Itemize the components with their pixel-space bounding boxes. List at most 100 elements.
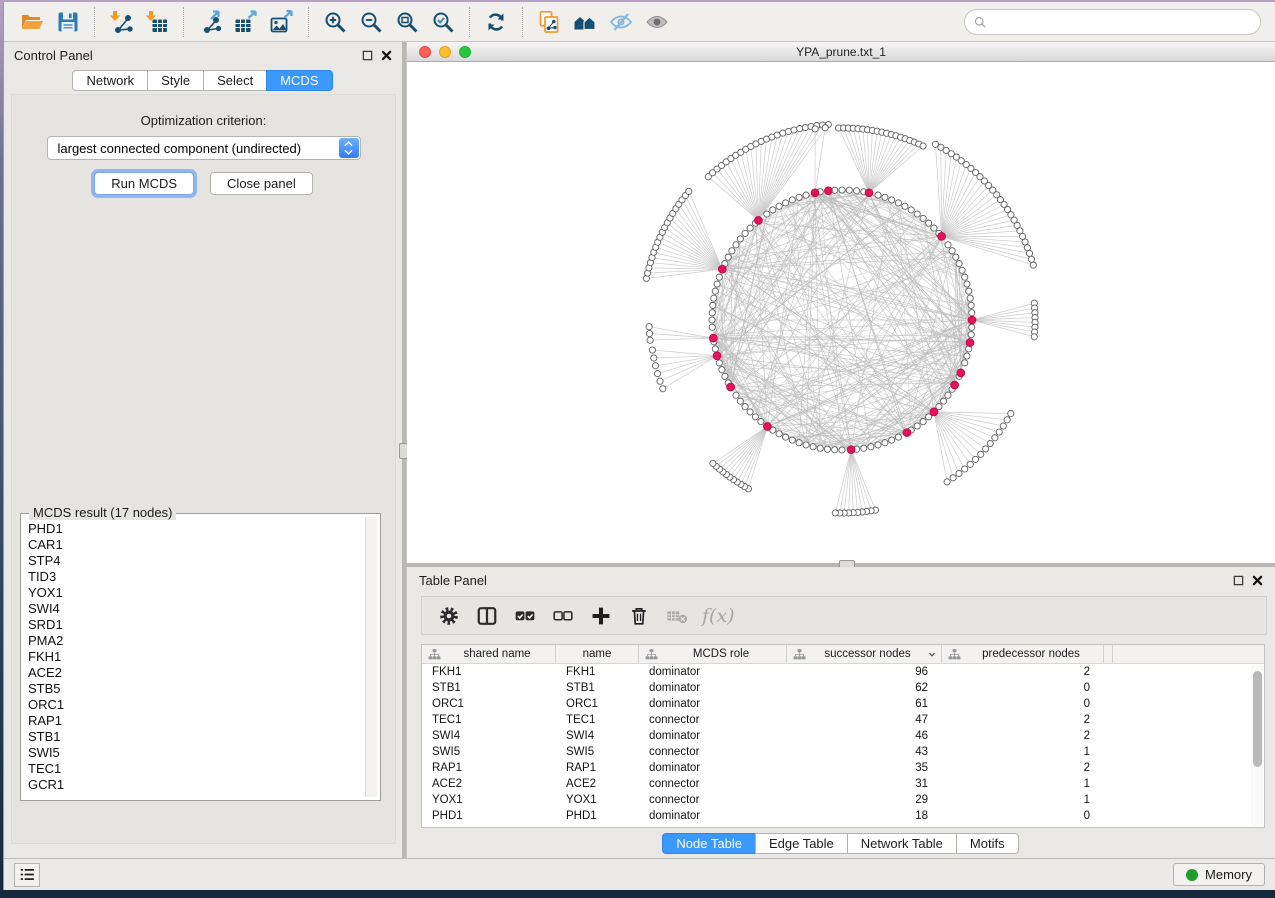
import-network-icon[interactable] <box>103 7 139 37</box>
minimize-window-icon[interactable] <box>439 46 451 58</box>
split-columns-icon[interactable] <box>470 601 504 631</box>
table-row[interactable]: RAP1RAP1dominator352 <box>422 760 1264 776</box>
network-node[interactable] <box>953 254 959 260</box>
network-node[interactable] <box>709 324 715 330</box>
network-node[interactable] <box>861 445 867 451</box>
network-leaf-node[interactable] <box>1031 334 1037 340</box>
network-leaf-node[interactable] <box>996 429 1002 435</box>
table-scrollbar[interactable] <box>1251 665 1263 826</box>
mcds-hub-node[interactable] <box>764 423 772 431</box>
network-node[interactable] <box>711 295 717 301</box>
network-node[interactable] <box>817 445 823 451</box>
network-node[interactable] <box>895 200 901 206</box>
network-node[interactable] <box>868 444 874 450</box>
result-list-item[interactable]: ORC1 <box>28 697 360 713</box>
network-node[interactable] <box>882 194 888 200</box>
network-node[interactable] <box>968 302 974 308</box>
network-leaf-node[interactable] <box>944 479 950 485</box>
network-leaf-node[interactable] <box>1028 256 1034 262</box>
network-node[interactable] <box>846 187 852 193</box>
network-leaf-node[interactable] <box>983 446 989 452</box>
mcds-hub-node[interactable] <box>718 265 726 273</box>
network-node[interactable] <box>895 434 901 440</box>
network-node[interactable] <box>776 203 782 209</box>
network-node[interactable] <box>764 211 770 217</box>
clear-checks-icon[interactable] <box>546 601 580 631</box>
network-node[interactable] <box>747 225 753 231</box>
table-row[interactable]: STB1STB1dominator620 <box>422 680 1264 696</box>
network-node[interactable] <box>737 398 743 404</box>
save-icon[interactable] <box>50 7 86 37</box>
mcds-hub-node[interactable] <box>713 352 721 360</box>
network-node[interactable] <box>770 207 776 213</box>
network-node[interactable] <box>733 392 739 398</box>
network-node[interactable] <box>758 419 764 425</box>
network-node[interactable] <box>796 440 802 446</box>
mcds-hub-node[interactable] <box>966 339 974 347</box>
result-list-item[interactable]: SWI5 <box>28 745 360 761</box>
mcds-hub-node[interactable] <box>709 334 717 342</box>
network-node[interactable] <box>966 288 972 294</box>
network-node[interactable] <box>969 310 975 316</box>
tab-style[interactable]: Style <box>147 70 204 91</box>
table-row[interactable]: FKH1FKH1dominator962 <box>422 664 1264 680</box>
close-window-icon[interactable] <box>419 46 431 58</box>
result-list-item[interactable]: RAP1 <box>28 713 360 729</box>
result-list-scrollbar[interactable] <box>365 517 377 797</box>
first-neighbors-icon[interactable] <box>567 7 603 37</box>
network-node[interactable] <box>945 392 951 398</box>
tab-select[interactable]: Select <box>203 70 267 91</box>
network-node[interactable] <box>709 310 715 316</box>
mcds-hub-node[interactable] <box>865 189 873 197</box>
network-node[interactable] <box>709 317 715 323</box>
network-leaf-node[interactable] <box>978 451 984 457</box>
tab-network[interactable]: Network <box>72 70 148 91</box>
network-node[interactable] <box>714 281 720 287</box>
network-node[interactable] <box>962 274 968 280</box>
result-list-item[interactable]: TID3 <box>28 569 360 585</box>
network-leaf-node[interactable] <box>649 347 655 353</box>
network-node[interactable] <box>875 192 881 198</box>
column-header-successor-nodes[interactable]: successor nodes <box>787 645 942 663</box>
select-all-checks-icon[interactable] <box>508 601 542 631</box>
network-node[interactable] <box>803 442 809 448</box>
network-node[interactable] <box>964 353 970 359</box>
run-mcds-button[interactable]: Run MCDS <box>94 172 194 195</box>
network-node[interactable] <box>776 431 782 437</box>
network-node[interactable] <box>839 447 845 453</box>
network-node[interactable] <box>737 236 743 242</box>
result-list-item[interactable]: PMA2 <box>28 633 360 649</box>
result-list-item[interactable]: CAR1 <box>28 537 360 553</box>
network-leaf-node[interactable] <box>992 435 998 441</box>
network-node[interactable] <box>789 437 795 443</box>
import-table-icon[interactable] <box>139 7 175 37</box>
network-leaf-node[interactable] <box>967 461 973 467</box>
network-node[interactable] <box>783 200 789 206</box>
export-network-icon[interactable] <box>192 7 228 37</box>
memory-button[interactable]: Memory <box>1173 863 1265 886</box>
result-list-item[interactable]: SWI4 <box>28 601 360 617</box>
result-list-item[interactable]: ACE2 <box>28 665 360 681</box>
network-node[interactable] <box>789 197 795 203</box>
mcds-hub-node[interactable] <box>811 189 819 197</box>
add-column-icon[interactable] <box>584 601 618 631</box>
network-node[interactable] <box>969 324 975 330</box>
network-node[interactable] <box>889 197 895 203</box>
network-node[interactable] <box>920 215 926 221</box>
network-node[interactable] <box>914 423 920 429</box>
result-list-item[interactable]: TEC1 <box>28 761 360 777</box>
trash-icon[interactable] <box>622 601 656 631</box>
table-row[interactable]: ORC1ORC1dominator610 <box>422 696 1264 712</box>
network-leaf-node[interactable] <box>972 456 978 462</box>
scrollbar-thumb[interactable] <box>1253 671 1262 767</box>
zoom-window-icon[interactable] <box>459 46 471 58</box>
network-node[interactable] <box>712 346 718 352</box>
network-leaf-node[interactable] <box>686 188 692 194</box>
float-panel-icon[interactable] <box>362 50 373 61</box>
network-leaf-node[interactable] <box>962 466 968 472</box>
tab-network-table[interactable]: Network Table <box>847 833 957 854</box>
optimization-criterion-select[interactable]: largest connected component (undirected) <box>47 136 361 160</box>
network-leaf-node[interactable] <box>956 470 962 476</box>
network-node[interactable] <box>742 230 748 236</box>
result-list-item[interactable]: STP4 <box>28 553 360 569</box>
